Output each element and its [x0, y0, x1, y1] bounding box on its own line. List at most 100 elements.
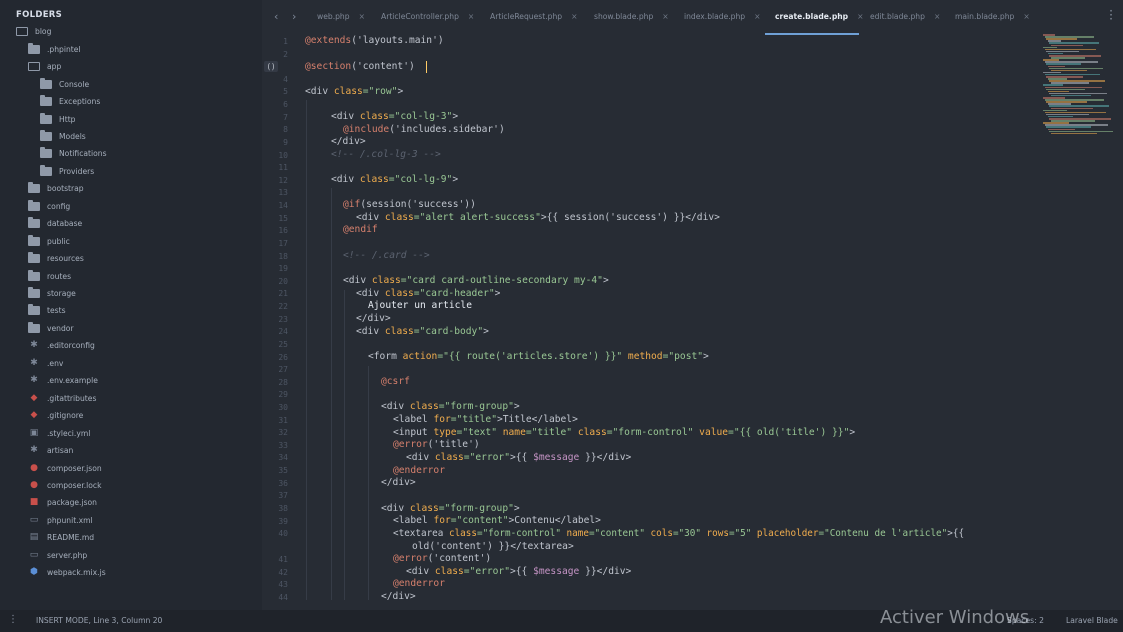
tab-label: ArticleController.php: [381, 12, 459, 21]
code-line-40-wrap: old('content') }}</textarea>: [412, 541, 574, 552]
tab-label: main.blade.php: [955, 12, 1015, 21]
tab-label: edit.blade.php: [870, 12, 925, 21]
sidebar-item-server-php[interactable]: ▭ server.php: [28, 547, 87, 565]
sidebar-item-database[interactable]: database: [28, 215, 82, 233]
close-icon[interactable]: ×: [754, 12, 760, 21]
sidebar-item-label: config: [47, 201, 71, 211]
code-line-28: @csrf: [381, 376, 410, 387]
code-line-7: <div class="col-lg-3">: [331, 111, 459, 122]
close-icon[interactable]: ×: [662, 12, 668, 21]
sidebar-item-blog[interactable]: blog: [16, 23, 51, 41]
tab-main-blade-php[interactable]: main.blade.php ×: [955, 12, 1030, 21]
line-number: 32: [278, 428, 288, 438]
sidebar-item-phpunit-xml[interactable]: ▭ phpunit.xml: [28, 512, 93, 530]
line-number: 38: [278, 503, 288, 513]
sidebar-item-label: Providers: [59, 166, 95, 176]
line-number: 37: [278, 491, 288, 501]
sidebar-item-console[interactable]: Console: [40, 75, 89, 93]
sidebar-item-notifications[interactable]: Notifications: [40, 145, 107, 163]
sidebar-item-storage[interactable]: storage: [28, 285, 76, 303]
file-icon: ✱: [30, 340, 38, 351]
sidebar-item-webpack-mix-js[interactable]: ⬢ webpack.mix.js: [28, 564, 106, 582]
line-number: 8: [283, 125, 288, 135]
sidebar-item-http[interactable]: Http: [40, 110, 76, 128]
line-number: 17: [278, 238, 288, 248]
close-icon[interactable]: ×: [934, 12, 940, 21]
sidebar-item-gitattributes[interactable]: ◆ .gitattributes: [28, 389, 97, 407]
sidebar-item-composer-json[interactable]: ● composer.json: [28, 459, 102, 477]
panel-toggle-icon[interactable]: ⋮: [8, 614, 18, 625]
sidebar-item-env-example[interactable]: ✱ .env.example: [28, 372, 98, 390]
code-line-44: </div>: [381, 591, 416, 602]
line-number: 19: [278, 264, 288, 274]
line-number: 34: [278, 453, 288, 463]
tab-label: create.blade.php: [775, 12, 849, 21]
sidebar-item-composer-lock[interactable]: ● composer.lock: [28, 477, 101, 495]
tab-create-blade-php[interactable]: create.blade.php ×: [775, 12, 863, 21]
tab-articlecontroller-php[interactable]: ArticleController.php ×: [381, 12, 474, 21]
line-number: 31: [278, 415, 288, 425]
sidebar-item-vendor[interactable]: vendor: [28, 320, 74, 338]
code-line-22: Ajouter un article: [368, 300, 472, 311]
code-line-1: @extends('layouts.main'): [305, 35, 444, 46]
sidebar-item-gitignore[interactable]: ◆ .gitignore: [28, 407, 84, 425]
code-line-41: @error('content'): [393, 553, 492, 564]
tab-edit-blade-php[interactable]: edit.blade.php ×: [870, 12, 940, 21]
sidebar-item-package-json[interactable]: ■ package.json: [28, 494, 97, 512]
indent-guide: [331, 188, 332, 600]
folder-icon: [40, 129, 52, 142]
sidebar-item-models[interactable]: Models: [40, 128, 86, 146]
tab-label: show.blade.php: [594, 12, 654, 21]
tab-show-blade-php[interactable]: show.blade.php ×: [594, 12, 669, 21]
close-icon[interactable]: ×: [468, 12, 474, 21]
sidebar-item-routes[interactable]: routes: [28, 267, 71, 285]
windows-activation-watermark: Activer Windows: [880, 607, 1030, 628]
sidebar-item-providers[interactable]: Providers: [40, 163, 94, 181]
sidebar-item-readme-md[interactable]: ▤ README.md: [28, 529, 94, 547]
sidebar-item-phpintel[interactable]: .phpintel: [28, 40, 81, 58]
line-number: 6: [283, 100, 288, 110]
sidebar-item-label: .env.example: [47, 376, 98, 386]
sidebar-item-tests[interactable]: tests: [28, 302, 66, 320]
syntax-selector[interactable]: Laravel Blade: [1066, 616, 1118, 625]
sidebar-item-env[interactable]: ✱ .env: [28, 355, 63, 373]
sidebar-item-resources[interactable]: resources: [28, 250, 84, 268]
folder-icon: [28, 199, 40, 212]
code-line-10: <!-- /.col-lg-3 -->: [331, 149, 441, 160]
sidebar-item-label: Exceptions: [59, 97, 101, 107]
close-icon[interactable]: ×: [857, 12, 863, 21]
git-icon: ◆: [30, 392, 38, 403]
sidebar-item-exceptions[interactable]: Exceptions: [40, 93, 100, 111]
sidebar-item-editorconfig[interactable]: ✱ .editorconfig: [28, 337, 95, 355]
close-icon[interactable]: ×: [1023, 12, 1029, 21]
minimap[interactable]: [1040, 34, 1120, 144]
sidebar-item-artisan[interactable]: ✱ artisan: [28, 442, 73, 460]
folder-icon: [28, 252, 40, 265]
file-icon: ✱: [30, 375, 38, 386]
sidebar-item-styleci-yml[interactable]: ▣ .styleci.yml: [28, 424, 91, 442]
sidebar-item-bootstrap[interactable]: bootstrap: [28, 180, 84, 198]
more-options-icon[interactable]: · · ·: [1109, 5, 1113, 25]
chevron-left-icon[interactable]: ‹: [274, 10, 278, 23]
code-line-5: <div class="row">: [305, 86, 404, 97]
sidebar-item-config[interactable]: config: [28, 198, 70, 216]
chevron-right-icon[interactable]: ›: [292, 10, 296, 23]
close-icon[interactable]: ×: [571, 12, 577, 21]
tab-web-php[interactable]: web.php ×: [317, 12, 365, 21]
sidebar-item-label: README.md: [47, 533, 95, 543]
sidebar-item-public[interactable]: public: [28, 232, 70, 250]
folder-icon: [28, 42, 40, 55]
close-icon[interactable]: ×: [359, 12, 365, 21]
tab-index-blade-php[interactable]: index.blade.php ×: [684, 12, 761, 21]
indent-guide: [306, 100, 307, 600]
tab-bar: ‹ › web.php × ArticleController.php × Articl…: [262, 0, 1123, 35]
fold-icon[interactable]: (): [264, 61, 278, 72]
line-number: 40: [278, 529, 288, 539]
sidebar-item-label: phpunit.xml: [47, 515, 93, 525]
line-number: 43: [278, 580, 288, 589]
code-line-3: @section('content'): [305, 61, 415, 72]
line-number: 44: [278, 593, 288, 602]
sidebar-item-app[interactable]: app: [28, 58, 61, 76]
code-line-40: <textarea class="form-control" name="con…: [393, 528, 965, 539]
tab-articlerequest-php[interactable]: ArticleRequest.php ×: [490, 12, 577, 21]
